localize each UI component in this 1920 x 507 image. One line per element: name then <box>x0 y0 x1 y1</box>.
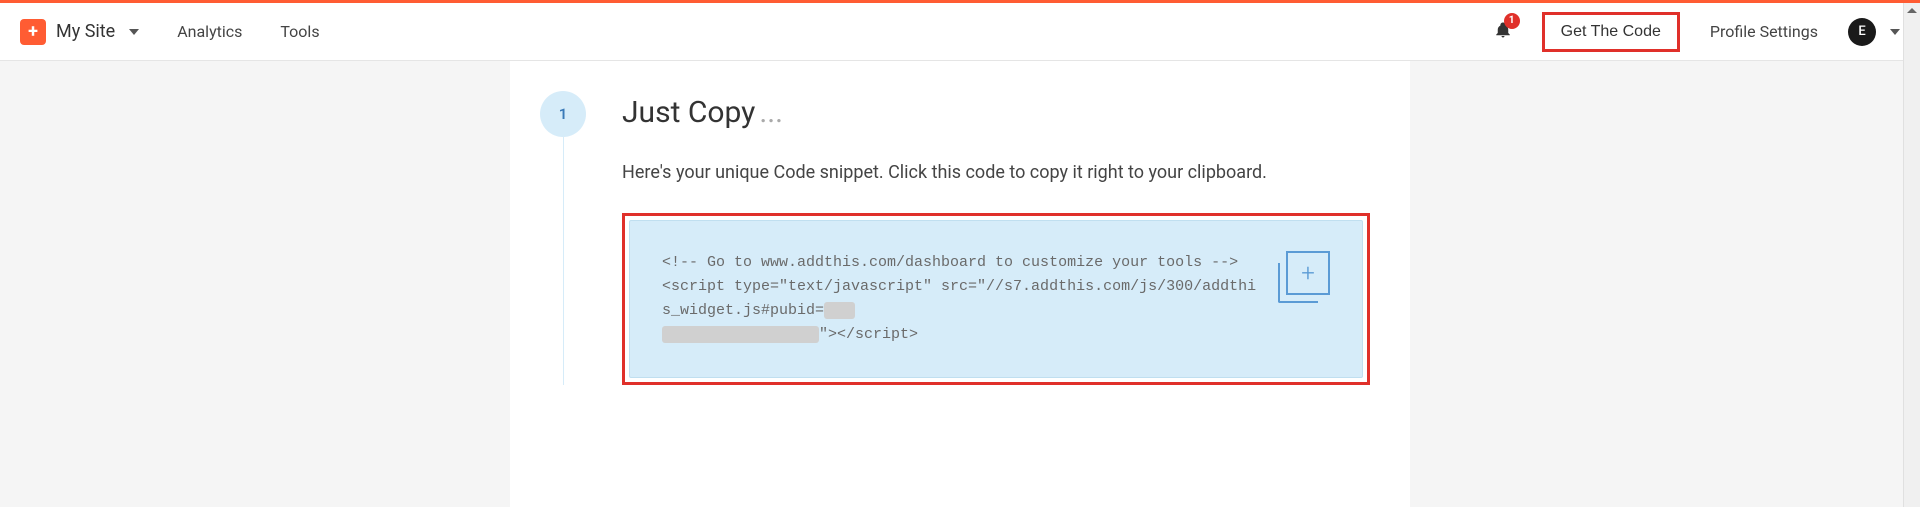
notifications-button[interactable]: 1 <box>1494 21 1512 43</box>
chevron-down-icon <box>129 29 139 35</box>
code-box-highlight: <!-- Go to www.addthis.com/dashboard to … <box>622 213 1370 385</box>
code-line-2c: "></script> <box>819 326 918 343</box>
chevron-down-icon <box>1890 29 1900 35</box>
header-left-group: + My Site Analytics Tools <box>20 19 320 45</box>
redacted-segment: xxx <box>824 302 855 319</box>
header-right-group: 1 Get The Code Profile Settings E <box>1494 12 1900 52</box>
step-description: Here's your unique Code snippet. Click t… <box>622 158 1370 189</box>
profile-settings-link[interactable]: Profile Settings <box>1710 22 1818 41</box>
get-the-code-button[interactable]: Get The Code <box>1542 12 1680 52</box>
copy-plus-icon: + <box>1286 251 1330 295</box>
nav-analytics[interactable]: Analytics <box>177 22 242 41</box>
site-selector[interactable]: + My Site <box>20 19 139 45</box>
content-area: 1 Just Copy... Here's your unique Code s… <box>0 61 1920 507</box>
step-content: Just Copy... Here's your unique Code sni… <box>622 91 1370 385</box>
step-title-ellipsis: ... <box>759 95 783 130</box>
content-panel: 1 Just Copy... Here's your unique Code s… <box>510 61 1410 507</box>
site-name-label: My Site <box>56 21 115 42</box>
code-line-2a: <script type="text/javascript" src="//s7… <box>662 278 1256 319</box>
step-indicator-column: 1 <box>540 91 586 385</box>
user-menu[interactable]: E <box>1848 18 1900 46</box>
step-row: 1 Just Copy... Here's your unique Code s… <box>540 91 1370 385</box>
logo-icon: + <box>20 19 46 45</box>
code-line-1: <!-- Go to www.addthis.com/dashboard to … <box>662 254 1238 271</box>
step-title-text: Just Copy <box>622 95 755 130</box>
scrollbar[interactable] <box>1903 3 1920 507</box>
scrollbar-up-arrow-icon <box>1907 8 1917 13</box>
nav-tools[interactable]: Tools <box>280 22 319 41</box>
notification-badge: 1 <box>1504 13 1520 29</box>
code-snippet-text: <!-- Go to www.addthis.com/dashboard to … <box>662 251 1258 347</box>
main-header: + My Site Analytics Tools 1 Get The Code… <box>0 3 1920 61</box>
code-snippet-box[interactable]: <!-- Go to www.addthis.com/dashboard to … <box>629 220 1363 378</box>
copy-code-button[interactable]: + <box>1278 251 1330 303</box>
step-connector-line <box>563 137 564 385</box>
step-title: Just Copy... <box>622 95 1370 130</box>
redacted-segment: xxxxxxxxxxxxxxxxx <box>662 326 819 343</box>
step-number-badge: 1 <box>540 91 586 137</box>
avatar: E <box>1848 18 1876 46</box>
